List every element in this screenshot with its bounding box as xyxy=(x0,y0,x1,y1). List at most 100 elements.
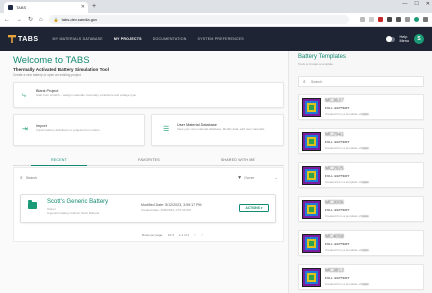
nav-system-preferences[interactable]: SYSTEM PREFERENCES xyxy=(198,37,244,41)
menu-icon[interactable] xyxy=(423,17,428,22)
owner-filter[interactable]: ▼ Owner ⌄ xyxy=(237,175,278,181)
templates-search-placeholder: Search xyxy=(310,79,323,84)
template-thumbnail xyxy=(302,98,321,117)
database-icon: ☰ xyxy=(163,126,170,133)
template-kind: FULL BATTERY xyxy=(325,106,350,110)
template-name: MC4058 xyxy=(325,234,344,240)
tabs-logo[interactable]: TABS xyxy=(8,35,39,43)
browser-tab[interactable]: TABS ✕ xyxy=(4,2,88,13)
templates-sidebar: Battery Templates Tools to Create a temp… xyxy=(288,51,432,293)
modified-date: Modified Date: 5/12/2023, 3:59:17 PM xyxy=(141,203,202,207)
nav-documentation[interactable]: DOCUMENTATION xyxy=(153,37,187,41)
template-thumbnail xyxy=(302,200,321,219)
import-card[interactable]: ⇥ Import Import battery definitions or p… xyxy=(13,114,145,146)
templates-subtitle: Tools to Create a template xyxy=(298,62,334,66)
template-card[interactable]: MC4058 FULL BATTERY Created from a templ… xyxy=(298,230,424,256)
close-icon[interactable]: ✕ xyxy=(81,5,85,10)
profile-icon[interactable] xyxy=(414,17,419,22)
rows-per-page-value: 10 xyxy=(168,232,172,237)
tab-favorites[interactable]: FAVORITES xyxy=(121,158,177,162)
page-title: Welcome to TABS xyxy=(13,55,90,66)
template-source: Created from a template of ■■■■ xyxy=(325,282,369,286)
page-arrows: ‹ › xyxy=(194,232,203,237)
new-project-icon: ⤷ xyxy=(22,92,26,99)
template-card[interactable]: MC2941 FULL BATTERY Created from a templ… xyxy=(298,128,424,154)
maximize-icon[interactable]: ☐ xyxy=(414,1,418,7)
help-menu[interactable]: Help Menu xyxy=(400,35,410,44)
template-name: MC3006 xyxy=(325,200,344,206)
puzzle-icon[interactable] xyxy=(396,17,401,22)
template-source: Created from a template of ■■■■ xyxy=(325,146,369,150)
template-source: Created from a template of ■■■■ xyxy=(325,112,369,116)
template-card[interactable]: MC3006 FULL BATTERY Created from a templ… xyxy=(298,196,424,222)
battery-name[interactable]: Scott's Generic Battery xyxy=(47,199,108,205)
url-text: tabs-dev.sandia.gov xyxy=(61,17,98,22)
battery-description: A generic battery built for Scott Robert… xyxy=(47,211,100,215)
owner-filter-label: Owner xyxy=(244,175,255,180)
new-tab-icon[interactable]: + xyxy=(92,2,96,11)
extension-red-icon[interactable] xyxy=(378,17,383,22)
database-desc: View your own material database, Modify … xyxy=(177,127,265,131)
chevron-down-icon: ▾ xyxy=(260,206,263,210)
back-icon[interactable]: ← xyxy=(4,17,10,23)
next-page-icon[interactable]: › xyxy=(201,232,202,237)
window-controls: — ☐ ✕ xyxy=(402,1,430,7)
main-content: Welcome to TABS Thermally Activated Batt… xyxy=(0,51,288,293)
blank-project-card[interactable]: ⤷ Blank Project Start from scratch – ass… xyxy=(13,82,284,108)
template-name: MC3637 xyxy=(325,98,344,104)
template-thumbnail xyxy=(302,166,321,185)
extension-dark-icon[interactable] xyxy=(387,17,392,22)
template-card[interactable]: MC3637 FULL BATTERY Created from a templ… xyxy=(298,94,424,120)
template-thumbnail xyxy=(302,234,321,253)
template-name: MC2941 xyxy=(325,132,344,138)
theme-toggle[interactable] xyxy=(385,35,395,42)
search-icon: ⌕ xyxy=(20,174,23,181)
tab-recent[interactable]: RECENT xyxy=(31,158,87,162)
user-material-database-card[interactable]: ☰ User Material Database View your own m… xyxy=(151,114,284,146)
list-item[interactable]: Scott's Generic Battery Owner A generic … xyxy=(20,194,276,223)
nav-my-materials-database[interactable]: MY MATERIALS DATABASE xyxy=(53,37,103,41)
rows-per-page-select[interactable]: 10 ▾ xyxy=(168,233,174,237)
template-kind: FULL BATTERY xyxy=(325,208,350,212)
templates-search[interactable]: ⌕ Search xyxy=(298,76,424,87)
extension-icons xyxy=(360,17,428,22)
template-card[interactable]: MC3813 FULL BATTERY Created from a templ… xyxy=(298,264,424,290)
sidebar-icon[interactable] xyxy=(405,17,410,22)
import-icon: ⇥ xyxy=(22,126,28,133)
pagination: Rows per page: 10 ▾ 1-1 of 1 ‹ › xyxy=(142,232,203,237)
minimize-icon[interactable]: — xyxy=(402,1,407,7)
project-list-panel: ⌕ ▼ Owner ⌄ Scott's Generic Battery Owne… xyxy=(13,167,284,242)
prev-page-icon[interactable]: ‹ xyxy=(194,232,195,237)
chevron-down-icon: ▾ xyxy=(172,232,174,237)
templates-title: Battery Templates xyxy=(298,54,346,60)
tab-shared-with-me[interactable]: SHARED WITH ME xyxy=(208,158,268,162)
reload-icon[interactable]: ↻ xyxy=(28,17,33,23)
template-thumbnail xyxy=(302,268,321,287)
address-bar: ← → ↻ ⌂ 🔒 tabs-dev.sandia.gov xyxy=(0,13,432,27)
project-search-input[interactable] xyxy=(25,175,176,180)
url-field[interactable]: 🔒 tabs-dev.sandia.gov xyxy=(48,15,349,24)
template-kind: FULL BATTERY xyxy=(325,140,350,144)
page-subtitle: Thermally Activated Battery Simulation T… xyxy=(13,67,109,72)
window-close-icon[interactable]: ✕ xyxy=(426,1,430,7)
app-header: TABS MY MATERIALS DATABASE MY PROJECTS D… xyxy=(0,27,432,51)
actions-button[interactable]: ACTIONS ▾ xyxy=(239,204,269,212)
avatar[interactable]: S xyxy=(414,34,424,44)
template-card[interactable]: MC2925 FULL BATTERY Created from a templ… xyxy=(298,162,424,188)
page-subtext: Create a new battery or open an existing… xyxy=(13,73,81,77)
template-kind: FULL BATTERY xyxy=(325,174,350,178)
import-desc: Import battery definitions or projects f… xyxy=(36,128,100,132)
forward-icon[interactable]: → xyxy=(16,17,22,23)
rows-per-page-label: Rows per page: xyxy=(142,232,164,237)
share-icon[interactable] xyxy=(360,17,365,22)
star-icon[interactable] xyxy=(369,17,374,22)
home-icon[interactable]: ⌂ xyxy=(39,17,43,23)
filter-icon: ▼ xyxy=(237,174,243,181)
folder-icon xyxy=(28,200,37,209)
nav-my-projects[interactable]: MY PROJECTS xyxy=(114,37,142,41)
page-range: 1-1 of 1 xyxy=(178,232,190,237)
template-source: Created from a template of ■■■■ xyxy=(325,180,369,184)
project-search-row: ⌕ ▼ Owner ⌄ xyxy=(20,173,278,182)
browser-tab-title: TABS xyxy=(16,5,27,10)
tabs-favicon-icon xyxy=(8,5,13,10)
